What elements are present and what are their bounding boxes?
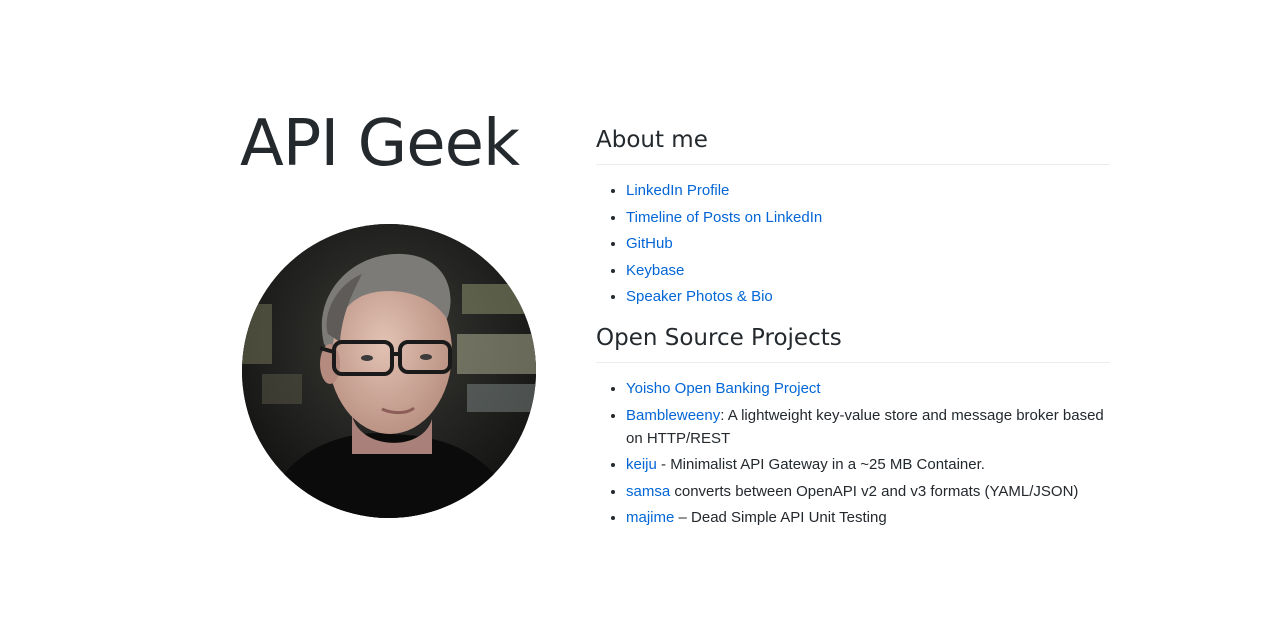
portrait-photo-icon — [242, 224, 536, 518]
list-item: GitHub — [626, 232, 1110, 255]
yoisho-link[interactable]: Yoisho Open Banking Project — [626, 380, 821, 397]
majime-link[interactable]: majime — [626, 509, 674, 526]
bambleweeny-link[interactable]: Bambleweeny — [626, 407, 720, 424]
avatar — [242, 224, 536, 518]
sidebar: API Geek — [240, 107, 540, 518]
site-title: API Geek — [240, 107, 520, 181]
linkedin-timeline-link[interactable]: Timeline of Posts on LinkedIn — [626, 209, 822, 226]
github-link[interactable]: GitHub — [626, 235, 673, 252]
speaker-bio-link[interactable]: Speaker Photos & Bio — [626, 288, 773, 305]
projects-list: Yoisho Open Banking Project Bambleweeny:… — [596, 377, 1110, 529]
samsa-link[interactable]: samsa — [626, 483, 670, 500]
page: API Geek About me • LinkedIn Profile • T… — [0, 0, 1280, 640]
project-description: – Dead Simple API Unit Testing — [674, 509, 887, 526]
keiju-link[interactable]: keiju — [626, 456, 657, 473]
about-heading: About me — [596, 124, 1110, 165]
list-item: Timeline of Posts on LinkedIn — [626, 206, 1110, 229]
list-item: samsa converts between OpenAPI v2 and v3… — [626, 480, 1110, 503]
list-item: Bambleweeny: A lightweight key-value sto… — [626, 404, 1110, 450]
list-item: Speaker Photos & Bio — [626, 285, 1110, 308]
list-item: Keybase — [626, 259, 1110, 282]
linkedin-profile-link[interactable]: LinkedIn Profile — [626, 182, 729, 199]
keybase-link[interactable]: Keybase — [626, 262, 684, 279]
list-item: LinkedIn Profile — [626, 179, 1110, 202]
about-links-list: LinkedIn Profile Timeline of Posts on Li… — [596, 179, 1110, 308]
list-item: Yoisho Open Banking Project — [626, 377, 1110, 400]
main-content: About me LinkedIn Profile Timeline of Po… — [596, 124, 1110, 533]
projects-heading: Open Source Projects — [596, 322, 1110, 363]
list-item: majime – Dead Simple API Unit Testing — [626, 506, 1110, 529]
project-description: converts between OpenAPI v2 and v3 forma… — [670, 482, 1079, 500]
project-description: - Minimalist API Gateway in a ~25 MB Con… — [656, 456, 985, 473]
list-item: keiju - Minimalist API Gateway in a ~25 … — [626, 453, 1110, 476]
